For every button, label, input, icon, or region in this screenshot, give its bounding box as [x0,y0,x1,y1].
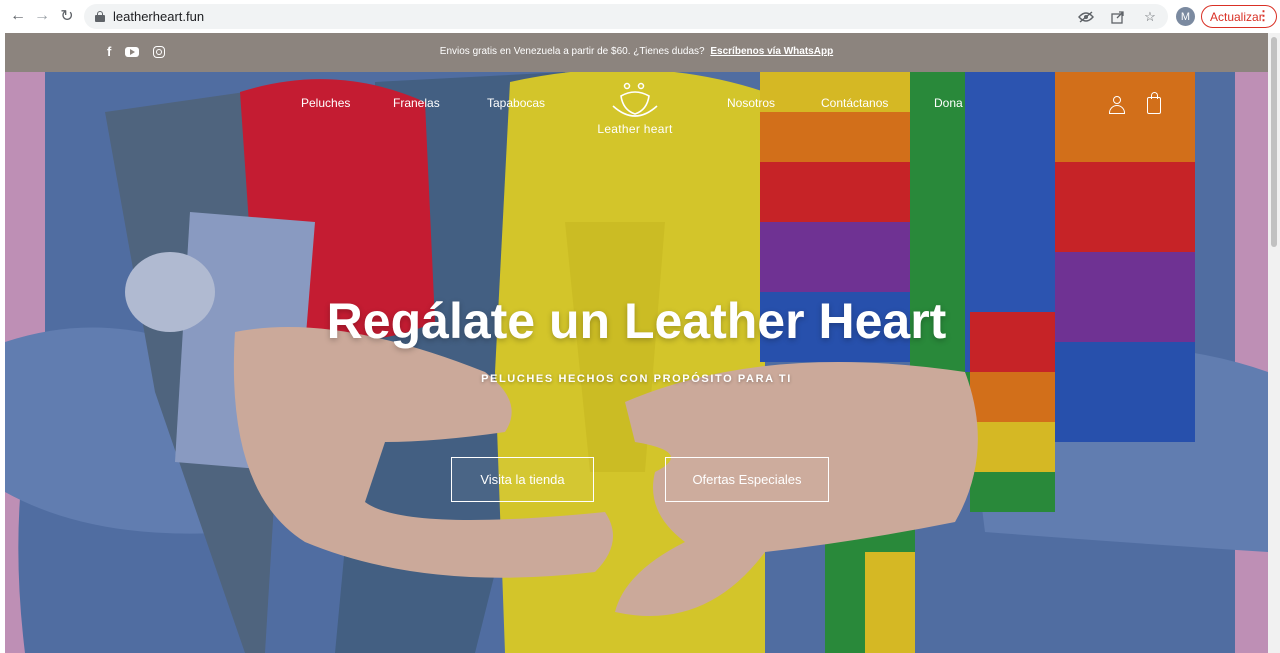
hero-subtitle: PELUCHES HECHOS CON PROPÓSITO PARA TI [481,373,792,385]
url-text[interactable]: leatherheart.fun [113,9,204,24]
hero-title: Regálate un Leather Heart [326,293,947,349]
special-offers-button[interactable]: Ofertas Especiales [665,457,829,502]
scrollbar[interactable] [1268,33,1280,653]
nav-item-franelas[interactable]: Franelas [393,96,440,110]
announcement-bar: f Envios gratis en Venezuela a partir de… [5,33,1268,72]
star-icon[interactable]: ☆ [1140,7,1160,27]
announcement-text: Envios gratis en Venezuela a partir de $… [5,46,1268,57]
whatsapp-link[interactable]: Escríbenos vía WhatsApp [710,46,833,57]
address-bar[interactable]: leatherheart.fun ☆ [84,4,1168,29]
update-button[interactable]: Actualizar ⋮ [1201,5,1277,28]
announcement-message: Envios gratis en Venezuela a partir de $… [439,46,705,57]
hero-banner: Peluches Franelas Tapabocas Leather hear… [5,72,1268,653]
nav-item-dona[interactable]: Dona [934,96,963,110]
forward-arrow-icon[interactable]: → [30,4,54,28]
profile-avatar[interactable]: M [1176,7,1195,26]
nav-item-contactanos[interactable]: Contáctanos [821,96,888,110]
heart-smile-icon [612,82,658,117]
brand-logo[interactable]: Leather heart [595,78,675,138]
nav-item-tapabocas[interactable]: Tapabocas [487,96,545,110]
nav-item-peluches[interactable]: Peluches [301,96,350,110]
kebab-menu-icon[interactable]: ⋮ [1257,8,1270,24]
main-navigation: Peluches Franelas Tapabocas Leather hear… [5,72,1268,142]
back-arrow-icon[interactable]: ← [6,4,30,28]
logo-text: Leather heart [597,122,673,136]
lock-icon[interactable] [95,11,105,22]
share-icon[interactable] [1108,7,1128,27]
nav-item-nosotros[interactable]: Nosotros [727,96,775,110]
update-label: Actualizar [1210,9,1263,24]
scrollbar-thumb[interactable] [1271,37,1277,247]
browser-toolbar: ← → ↻ leatherheart.fun ☆ M Actualizar ⋮ [0,0,1280,33]
eye-off-icon[interactable] [1076,7,1096,27]
reload-icon[interactable]: ↻ [55,4,79,28]
page: f Envios gratis en Venezuela a partir de… [5,33,1268,653]
visit-store-button[interactable]: Visita la tienda [451,457,594,502]
hero-background-image [5,72,1268,653]
account-icon[interactable] [1109,96,1125,114]
shopping-bag-icon[interactable] [1147,92,1161,114]
